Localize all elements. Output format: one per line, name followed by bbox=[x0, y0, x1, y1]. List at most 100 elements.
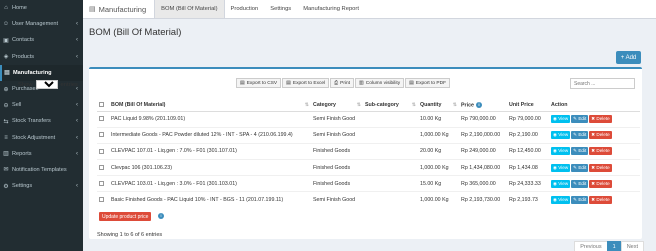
column-visibility-button[interactable]: ▥ Column visibility bbox=[355, 78, 405, 88]
sidebar-item-products[interactable]: ◈ Products ‹ bbox=[0, 49, 83, 65]
row-checkbox[interactable] bbox=[99, 116, 104, 122]
edit-button[interactable]: ✎ Edit bbox=[571, 196, 589, 205]
entries-select[interactable]: 25 bbox=[35, 80, 58, 89]
app-title[interactable]: ▤ Manufacturing bbox=[83, 0, 154, 18]
sidebar-item-notification-templates[interactable]: ✉ Notification Templates bbox=[0, 162, 83, 178]
edit-button[interactable]: ✎ Edit bbox=[571, 115, 589, 124]
row-checkbox[interactable] bbox=[99, 197, 104, 203]
row-checkbox[interactable] bbox=[99, 180, 104, 186]
nav-link-production[interactable]: Production bbox=[225, 0, 265, 18]
edit-button[interactable]: ✎ Edit bbox=[571, 163, 589, 172]
select-all-checkbox[interactable] bbox=[99, 102, 104, 108]
sidebar-item-contacts[interactable]: ▣ Contacts ‹ bbox=[0, 32, 83, 48]
edit-label: Edit bbox=[578, 148, 587, 154]
arrow-circle-down-icon: ⊕ bbox=[3, 86, 9, 93]
col-header-action: Action bbox=[549, 100, 640, 112]
view-button[interactable]: ◉ View bbox=[551, 163, 571, 172]
edit-label: Edit bbox=[578, 197, 587, 203]
delete-button[interactable]: ✖ Delete bbox=[589, 131, 612, 140]
nav-link-manufacturing-report[interactable]: Manufacturing Report bbox=[297, 0, 365, 18]
col-header-subcategory[interactable]: Sub-category ⇅ bbox=[363, 100, 418, 112]
delete-button[interactable]: ✖ Delete bbox=[589, 147, 612, 156]
col-header-quantity[interactable]: Quantity ⇅ bbox=[418, 100, 459, 112]
cell-category: Semi Finish Good bbox=[311, 126, 363, 144]
cell-price: Rp 790,000.00 bbox=[459, 110, 507, 128]
eye-icon: ◉ bbox=[553, 197, 558, 203]
col-header-bom[interactable]: BOM (Bill Of Material) ⇅ bbox=[109, 100, 311, 112]
trash-icon: ✖ bbox=[591, 164, 596, 170]
table-header-row: BOM (Bill Of Material) ⇅ Category ⇅ Sub-ca… bbox=[97, 100, 640, 112]
update-product-price-button[interactable]: Update product price bbox=[99, 212, 152, 221]
info-icon[interactable]: i bbox=[158, 213, 164, 219]
cell-quantity: 15.00 Kg bbox=[418, 175, 459, 192]
view-button[interactable]: ◉ View bbox=[551, 147, 571, 156]
add-button[interactable]: + Add bbox=[616, 51, 641, 64]
sidebar-item-label: Sell bbox=[12, 102, 22, 109]
bar-chart-icon: ▥ bbox=[3, 151, 9, 158]
nav-link-bom-bill-of-material[interactable]: BOM (Bill Of Material) bbox=[154, 0, 225, 18]
info-icon[interactable]: i bbox=[475, 102, 482, 109]
view-button[interactable]: ◉ View bbox=[551, 196, 571, 205]
next-page-button[interactable]: Next bbox=[620, 241, 644, 251]
view-label: View bbox=[558, 148, 569, 154]
sidebar-item-stock-adjustment[interactable]: ≡ Stock Adjustment ‹ bbox=[0, 130, 83, 146]
sidebar-item-sell[interactable]: ⊖ Sell ‹ bbox=[0, 97, 83, 113]
cell-bom-name: Intermediate Goods - PAC Powder diluted … bbox=[109, 126, 311, 144]
file-excel-icon: ▤ bbox=[286, 80, 291, 86]
cell-bom-name: CLEVPAC 107.01 - Liq.gen : 7.0% - F01 (3… bbox=[109, 142, 311, 160]
col-header-price-label: Price bbox=[461, 102, 474, 109]
users-icon: ☺ bbox=[2, 21, 10, 28]
file-csv-icon: ▤ bbox=[240, 80, 245, 86]
col-header-price[interactable]: Price i bbox=[459, 100, 507, 112]
envelope-icon: ✉ bbox=[3, 167, 9, 174]
cell-price: Rp 249,000.00 bbox=[459, 142, 507, 160]
current-page-button[interactable]: 1 bbox=[606, 241, 622, 251]
cell-category: Semi Finish Good bbox=[311, 191, 363, 209]
edit-icon: ✎ bbox=[573, 148, 578, 154]
nav-link-settings[interactable]: Settings bbox=[264, 0, 297, 18]
table-row: Clevpac 106 (301.106.23) Finished Goods 1,… bbox=[97, 159, 640, 176]
col-header-category[interactable]: Category ⇅ bbox=[311, 100, 363, 112]
edit-button[interactable]: ✎ Edit bbox=[571, 179, 589, 188]
row-checkbox[interactable] bbox=[99, 164, 104, 170]
edit-icon: ✎ bbox=[573, 164, 578, 170]
address-book-icon: ▣ bbox=[3, 37, 9, 44]
sidebar-item-home[interactable]: ⌂ Home bbox=[0, 0, 83, 16]
delete-button[interactable]: ✖ Delete bbox=[589, 163, 612, 172]
top-navbar: ▤ Manufacturing BOM (Bill Of Material) Pr… bbox=[83, 0, 656, 19]
sidebar: ⌂ Home ☺ User Management ‹ ▣ Contacts ‹ ◈ Product… bbox=[0, 0, 83, 251]
row-checkbox[interactable] bbox=[99, 132, 104, 138]
sidebar-item-label: User Management bbox=[12, 21, 59, 28]
view-button[interactable]: ◉ View bbox=[551, 179, 571, 188]
delete-button[interactable]: ✖ Delete bbox=[589, 179, 612, 188]
edit-button[interactable]: ✎ Edit bbox=[571, 131, 589, 140]
delete-label: Delete bbox=[596, 148, 610, 154]
sidebar-item-stock-transfers[interactable]: ⇆ Stock Transfers ‹ bbox=[0, 113, 83, 129]
cell-category: Finished Goods bbox=[311, 175, 363, 192]
delete-button[interactable]: ✖ Delete bbox=[589, 196, 612, 205]
edit-button[interactable]: ✎ Edit bbox=[571, 147, 589, 156]
sidebar-item-user-management[interactable]: ☺ User Management ‹ bbox=[0, 16, 83, 32]
export-pdf-button[interactable]: ▤ Export to PDF bbox=[405, 78, 451, 88]
edit-label: Edit bbox=[578, 116, 587, 122]
col-header-unit-price-label: Unit Price bbox=[509, 102, 534, 109]
view-button[interactable]: ◉ View bbox=[551, 115, 571, 124]
row-checkbox[interactable] bbox=[99, 148, 104, 154]
export-csv-button[interactable]: ▤ Export to CSV bbox=[236, 78, 282, 88]
row-checkbox-cell bbox=[97, 110, 109, 128]
sidebar-item-label: Home bbox=[12, 5, 27, 12]
print-button[interactable]: ⎙ Print bbox=[330, 78, 355, 88]
previous-page-button[interactable]: Previous bbox=[574, 241, 608, 251]
export-excel-button[interactable]: ▤ Export to Excel bbox=[282, 78, 330, 88]
sidebar-item-reports[interactable]: ▥ Reports ‹ bbox=[0, 146, 83, 162]
delete-button[interactable]: ✖ Delete bbox=[589, 115, 612, 124]
view-button[interactable]: ◉ View bbox=[551, 131, 571, 140]
col-header-unit-price[interactable]: Unit Price bbox=[507, 100, 549, 112]
sidebar-item-settings[interactable]: ⚙ Settings ‹ bbox=[0, 178, 83, 194]
cell-unit-price: Rp 24,333.33 bbox=[507, 175, 549, 192]
sidebar-item-manufacturing[interactable]: ▤ Manufacturing bbox=[0, 64, 83, 81]
truck-icon: ⇆ bbox=[3, 118, 9, 125]
search-input[interactable] bbox=[570, 78, 635, 89]
table-row: CLEVPAC 103.01 - Liq.gen : 3.0% - F01 (3… bbox=[97, 175, 640, 192]
chevron-left-icon: ‹ bbox=[76, 37, 78, 44]
